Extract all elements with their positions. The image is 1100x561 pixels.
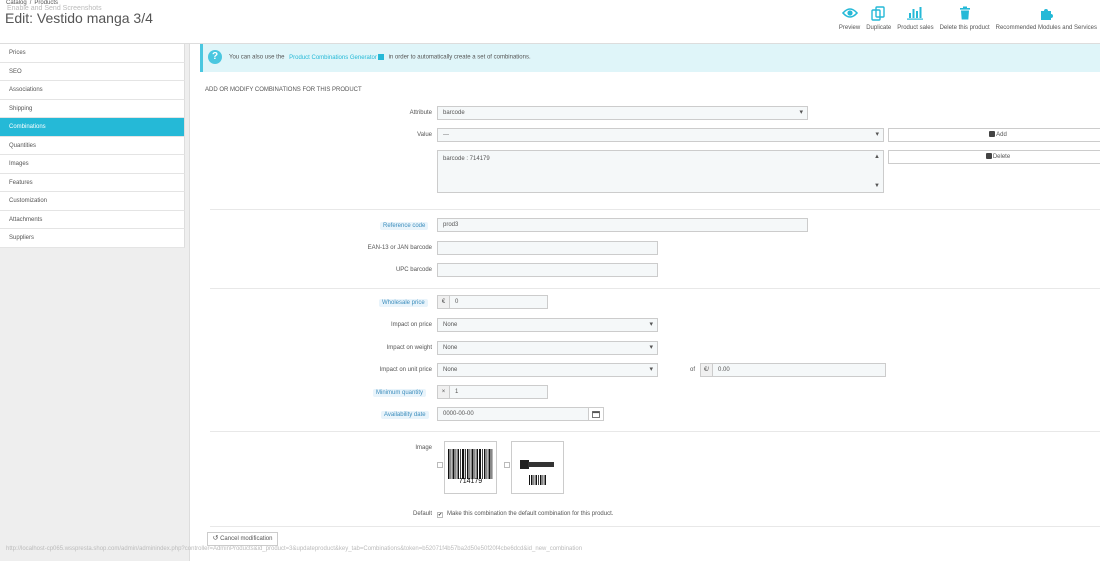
unit-price-input[interactable]: 0.00 [712,363,886,377]
attribute-label: Attribute [409,110,432,116]
puzzle-icon [1037,4,1055,22]
impact-weight-label: Impact on weight [386,345,432,351]
barcode-number: 714179 [458,478,483,485]
tab-seo[interactable]: SEO [0,62,185,81]
panel-title: ADD OR MODIFY COMBINATIONS FOR THIS PROD… [205,87,362,93]
duplicate-button[interactable]: Duplicate [866,4,891,31]
product-tabs: Prices SEO Associations Shipping Combina… [0,44,185,248]
info-alert: ? You can also use the Product Combinati… [200,44,1100,72]
trash-icon [956,4,974,22]
toolbar: Preview Duplicate Product sales Delete t… [836,4,1100,31]
tab-associations[interactable]: Associations [0,81,185,100]
cancel-modification-label: Cancel modification [220,536,273,542]
tab-features[interactable]: Features [0,173,185,192]
combinations-generator-link[interactable]: Product Combinations Generator [289,54,384,61]
delete-product-button[interactable]: Delete this product [940,4,990,31]
preview-button[interactable]: Preview [839,4,860,31]
page-header: Catalog / Products Enable and Send Screens… [0,0,1100,44]
bolt-image[interactable] [511,441,564,494]
sidebar: Prices SEO Associations Shipping Combina… [0,44,190,561]
impact-unit-price-label: Impact on unit price [379,367,432,373]
ean-label: EAN-13 or JAN barcode [367,245,432,251]
minimum-quantity-label: Minimum quantity [373,389,427,397]
main-content: ? You can also use the Product Combinati… [200,44,1100,561]
reference-code-input[interactable]: prod3 [437,218,808,232]
barcode-graphic [448,449,493,479]
divider [210,431,1100,432]
tab-shipping[interactable]: Shipping [0,99,185,118]
cancel-modification-button[interactable]: ↺ Cancel modification [207,532,278,546]
minimum-quantity-input[interactable]: 1 [449,385,548,399]
minus-square-icon [985,153,992,159]
product-sales-button[interactable]: Product sales [897,4,934,31]
ean-input[interactable] [437,241,658,255]
divider [210,288,1100,289]
image-checkbox-1[interactable] [437,462,443,468]
tab-combinations[interactable]: Combinations [0,118,185,137]
copy-icon [870,4,888,22]
image-label: Image [415,445,432,451]
barcode-image[interactable]: 714179 [444,441,497,494]
external-link-icon [377,54,384,60]
recommended-modules-label: Recommended Modules and Services [995,25,1097,31]
calendar-icon[interactable] [588,407,604,421]
default-label: Default [412,511,432,517]
tab-suppliers[interactable]: Suppliers [0,229,185,248]
availability-date-label: Availability date [381,411,429,419]
tab-quantities[interactable]: Quantities [0,136,185,155]
info-text: You can also use the Product Combination… [229,54,531,61]
wholesale-price-label: Wholesale price [379,299,428,307]
tab-images[interactable]: Images [0,155,185,174]
add-button[interactable]: Add [888,128,1100,142]
divider [210,526,1100,527]
tab-prices[interactable]: Prices [0,44,185,63]
tab-customization[interactable]: Customization [0,192,185,211]
combination-list[interactable]: barcode : 714179 ▲ ▼ [437,150,884,193]
scroll-down-icon[interactable]: ▼ [874,183,880,189]
attribute-select[interactable]: barcode [437,106,808,120]
preview-label: Preview [838,25,861,31]
value-label: Value [417,132,432,138]
plus-square-icon [989,131,996,137]
undo-icon: ↺ [212,535,219,542]
impact-price-select[interactable]: None [437,318,658,332]
impact-weight-select[interactable]: None [437,341,658,355]
bolt-graphic [520,460,554,485]
default-checkbox[interactable]: ✔ [437,512,443,518]
image-checkbox-2[interactable] [504,462,510,468]
wholesale-price-input[interactable]: 0 [449,295,548,309]
upc-input[interactable] [437,263,658,277]
of-label: of [689,367,695,373]
value-select[interactable]: --- [437,128,884,142]
delete-combination-button[interactable]: Delete [888,150,1100,164]
tab-attachments[interactable]: Attachments [0,210,185,229]
info-prefix: You can also use the [229,54,285,61]
info-suffix: in order to automatically create a set o… [388,54,531,61]
availability-date-input[interactable]: 0000-00-00 [437,407,589,421]
recommended-modules-button[interactable]: Recommended Modules and Services [996,4,1097,31]
upc-label: UPC barcode [395,267,432,273]
delete-combination-label: Delete [992,154,1011,160]
delete-product-label: Delete this product [939,25,990,31]
add-button-label: Add [996,132,1007,138]
duplicate-label: Duplicate [866,25,892,31]
bar-chart-icon [906,4,924,22]
impact-price-label: Impact on price [390,322,432,328]
page-title: Edit: Vestido manga 3/4 [5,10,153,26]
default-description: Make this combination the default combin… [447,511,614,517]
scroll-up-icon[interactable]: ▲ [874,154,880,160]
combinations-generator-link-text: Product Combinations Generator [289,54,377,61]
question-icon: ? [208,50,222,64]
product-sales-label: Product sales [897,25,934,31]
combination-list-item[interactable]: barcode : 714179 [443,156,490,162]
reference-code-label: Reference code [380,222,429,230]
eye-icon [841,4,859,22]
status-bar-url: http://localhost-cp065.wsspresta.shop.co… [6,546,583,552]
divider [210,209,1100,210]
